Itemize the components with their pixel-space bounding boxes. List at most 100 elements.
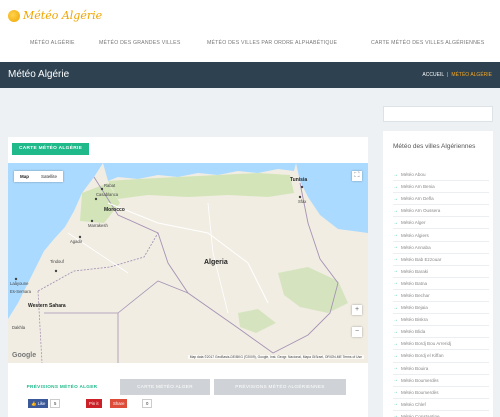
map-label-casablanca: Casablanca [96, 192, 119, 197]
arrow-right-icon: → [393, 413, 398, 417]
facebook-like-button[interactable]: 👍 Like [28, 399, 49, 408]
sidebar-city-label: Météo Batna [401, 280, 428, 286]
sidebar-city-item[interactable]: → Météo Aïn Defla [393, 193, 489, 206]
sidebar-city-item[interactable]: → Météo Bordj Bou Arreridj [393, 338, 489, 351]
map-type-satellite-button[interactable]: Satellite [35, 171, 63, 182]
sidebar-city-item[interactable]: → Météo Alger [393, 217, 489, 230]
sidebar-city-label: Météo Aïn Benia [401, 184, 435, 190]
sidebar-city-item[interactable]: → Météo Aïn Benia [393, 181, 489, 194]
google-logo: Google [12, 352, 37, 359]
share-button[interactable]: Share [110, 399, 128, 408]
arrow-right-icon: → [393, 365, 398, 372]
thumbs-up-icon: 👍 [31, 401, 37, 406]
fullscreen-icon[interactable]: ⛶ [352, 171, 362, 181]
arrow-right-icon: → [393, 207, 398, 214]
site-header: Météo Algérie MÉTÉO ALGÉRIE MÉTÉO DES GR… [0, 0, 500, 62]
tab-carte-alger[interactable]: CARTE MÉTÉO ALGER [120, 379, 210, 395]
map-label-dakhla: Dakhla [12, 325, 26, 330]
sidebar-city-item[interactable]: → Météo Aïn Oussera [393, 205, 489, 218]
arrow-right-icon: → [393, 377, 398, 384]
arrow-right-icon: → [393, 352, 398, 359]
map-label-sfax: Sfax [298, 199, 307, 204]
main-nav: MÉTÉO ALGÉRIE MÉTÉO DES GRANDES VILLES M… [0, 40, 500, 52]
sidebar-city-label: Météo Bordj Bou Arreridj [401, 341, 452, 347]
sidebar-city-label: Météo Blida [401, 329, 426, 335]
facebook-like-label: Like [37, 401, 46, 406]
main-panel: CARTE MÉTÉO ALGÉRIE Rabat Casablanca Mor… [8, 137, 368, 417]
sidebar-city-item[interactable]: → Météo Chlef [393, 399, 489, 411]
sidebar-city-label: Météo Bechar [401, 292, 430, 298]
sidebar-city-label: Météo Bab Ezzouar [401, 256, 442, 262]
sidebar-city-item[interactable]: → Météo Boumerdès [393, 387, 489, 399]
nav-item-meteo-algerie[interactable]: MÉTÉO ALGÉRIE [30, 40, 75, 46]
sidebar-city-item[interactable]: → Météo Batna [393, 278, 489, 290]
tab-previsions-algeriennes[interactable]: PRÉVISIONS MÉTÉO ALGÉRIENNES [214, 379, 346, 395]
sidebar-city-label: Météo Abou [401, 172, 426, 178]
arrow-right-icon: → [393, 389, 398, 396]
arrow-right-icon: → [393, 256, 398, 263]
nav-item-ordre-alphabetique[interactable]: MÉTÉO DES VILLES PAR ORDRE ALPHABÉTIQUE [207, 40, 337, 46]
sidebar-city-item[interactable]: → Météo Bechar [393, 290, 489, 303]
sidebar-city-item[interactable]: → Météo Boumerdès [393, 375, 489, 387]
map-label-western-sahara: Western Sahara [28, 303, 66, 309]
zoom-out-button[interactable]: − [352, 327, 362, 337]
nav-item-carte-meteo[interactable]: CARTE MÉTÉO DES VILLES ALGÉRIENNES [371, 40, 484, 46]
page-title-band: Météo Algérie ACCUEIL | MÉTÉO ALGÉRIE [0, 62, 500, 88]
breadcrumb: ACCUEIL | MÉTÉO ALGÉRIE [422, 72, 492, 78]
logo-text: Météo Algérie [23, 9, 103, 22]
share-count: 0 [142, 399, 153, 408]
google-map[interactable]: Rabat Casablanca Morocco Marrakesh Agadi… [8, 163, 368, 363]
sidebar-city-item[interactable]: → Météo Annaba [393, 242, 489, 254]
site-logo[interactable]: Météo Algérie [8, 9, 102, 22]
facebook-like-count: 5 [50, 399, 61, 408]
arrow-right-icon: → [393, 316, 398, 323]
sidebar-city-item[interactable]: → Météo Bordj el Kiffan [393, 350, 489, 363]
map-type-toggle: Map Satellite [14, 171, 64, 182]
map-label-tunisia: Tunisia [290, 177, 308, 183]
page-title: Météo Algérie [8, 69, 70, 80]
sidebar-city-label: Météo Annaba [401, 244, 431, 250]
forecast-tabs: PRÉVISIONS MÉTÉO ALGER CARTE MÉTÉO ALGER… [8, 379, 368, 395]
arrow-right-icon: → [393, 304, 398, 311]
sidebar-title: Météo des villes Algériennes [393, 143, 476, 150]
arrow-right-icon: → [393, 401, 398, 408]
sidebar-city-item[interactable]: → Météo Bouira [393, 363, 489, 375]
sidebar-city-label: Météo Boumerdès [401, 377, 439, 383]
sidebar-city-label: Météo Bouira [401, 365, 429, 371]
map-type-map-button[interactable]: Map [14, 171, 35, 182]
map-label-tindouf: Tindouf [50, 259, 64, 264]
sidebar-city-label: Météo Chlef [401, 401, 426, 407]
map-label-es-semara: Es-Semara [10, 289, 31, 294]
sidebar-city-label: Météo Baraki [401, 268, 429, 274]
arrow-right-icon: → [393, 244, 398, 251]
pinterest-button[interactable]: Pin it [86, 399, 102, 408]
sidebar-city-label: Météo Boumerdès [401, 389, 439, 395]
arrow-right-icon: → [393, 232, 398, 239]
arrow-right-icon: → [393, 219, 398, 226]
arrow-right-icon: → [393, 195, 398, 202]
sidebar-city-item[interactable]: → Météo Bejaia [393, 302, 489, 315]
arrow-right-icon: → [393, 183, 398, 190]
map-attribution[interactable]: Map data ©2017 GeoBasis-DE/BKG (©2009), … [187, 355, 364, 359]
map-label-algeria: Algeria [204, 259, 228, 266]
sidebar-search-input[interactable] [383, 106, 493, 122]
sidebar-city-item[interactable]: → Météo Algiers [393, 229, 489, 242]
sidebar-city-label: Météo Aïn Oussera [401, 208, 441, 214]
map-label-marrakesh: Marrakesh [88, 223, 108, 228]
sidebar-city-item[interactable]: → Météo Constantine [393, 411, 489, 417]
sidebar-city-item[interactable]: → Météo Biskra [393, 314, 489, 327]
sidebar-city-item[interactable]: → Météo Abou [393, 169, 489, 182]
sidebar-city-item[interactable]: → Météo Blida [393, 326, 489, 339]
sidebar-city-item[interactable]: → Météo Baraki [393, 266, 489, 278]
sidebar-city-label: Météo Biskra [401, 317, 428, 323]
arrow-right-icon: → [393, 328, 398, 335]
sidebar-city-item[interactable]: → Météo Bab Ezzouar [393, 254, 489, 266]
map-label-laayoune: Laâyoune [10, 281, 29, 286]
zoom-controls: + − [352, 305, 362, 349]
sidebar-city-list: → Météo Abou → Météo Aïn Benia → Météo Aïn De… [393, 169, 489, 417]
zoom-in-button[interactable]: + [352, 305, 362, 315]
nav-item-grandes-villes[interactable]: MÉTÉO DES GRANDES VILLES [99, 40, 180, 46]
tab-previsions-alger[interactable]: PRÉVISIONS MÉTÉO ALGER [8, 379, 116, 395]
sun-icon [8, 9, 20, 22]
breadcrumb-home[interactable]: ACCUEIL [422, 72, 444, 78]
